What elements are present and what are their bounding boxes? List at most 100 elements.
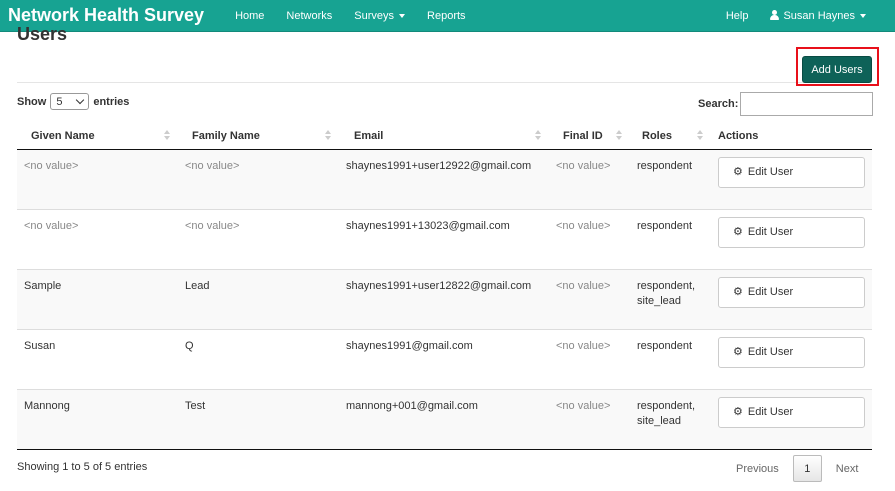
sort-icon — [616, 130, 622, 140]
role-line: site_lead — [637, 295, 682, 307]
role-line: site_lead — [637, 415, 682, 427]
column-header-label: Final ID — [563, 129, 603, 142]
email-cell: shaynes1991+user12822@gmail.com — [346, 280, 532, 292]
final-id-cell: <no value> — [556, 160, 611, 172]
edit-user-label: Edit User — [747, 286, 794, 298]
entries-select-value: 5 — [56, 95, 63, 108]
table-info: Showing 1 to 5 of 5 entries — [17, 461, 148, 473]
edit-user-button[interactable]: ⚙ Edit User — [718, 337, 865, 368]
column-header-roles[interactable]: Roles — [630, 122, 711, 149]
brand-title[interactable]: Network Health Survey — [8, 5, 204, 26]
edit-user-button[interactable]: ⚙ Edit User — [718, 217, 865, 248]
final-id-cell: <no value> — [556, 340, 611, 352]
edit-user-button[interactable]: ⚙ Edit User — [718, 397, 865, 428]
email-cell: mannong+001@gmail.com — [346, 400, 478, 412]
roles-cell: respondent — [630, 330, 711, 389]
previous-page-button[interactable]: Previous — [736, 463, 779, 475]
user-name: Susan Haynes — [783, 9, 855, 22]
column-header-label: Given Name — [31, 129, 95, 142]
edit-user-label: Edit User — [747, 346, 794, 358]
email-cell: shaynes1991+user12922@gmail.com — [346, 160, 532, 172]
nav-home-link[interactable]: Home — [235, 10, 264, 22]
roles-cell: respondent, site_lead — [630, 390, 711, 449]
page-1-button[interactable]: 1 — [792, 455, 822, 482]
entries-select[interactable]: 5 — [50, 93, 90, 110]
email-cell: shaynes1991@gmail.com — [346, 340, 473, 352]
edit-user-label: Edit User — [747, 226, 794, 238]
gear-icon: ⚙ — [733, 286, 743, 298]
roles-cell: respondent — [630, 150, 711, 209]
nav-reports-link[interactable]: Reports — [427, 10, 466, 22]
add-users-button[interactable]: Add Users — [802, 56, 872, 83]
search-control: Search: — [698, 92, 874, 116]
table-header: Given Name Family Name Email Final ID Ro… — [17, 122, 872, 150]
family-name-cell: Test — [185, 400, 206, 412]
top-navbar: Network Health Survey Home Networks Surv… — [0, 0, 895, 32]
edit-user-label: Edit User — [747, 166, 794, 178]
column-header-family-name[interactable]: Family Name — [178, 122, 339, 149]
nav-surveys-label: Surveys — [354, 9, 395, 22]
actions-cell: ⚙ Edit User — [711, 330, 872, 389]
family-name-cell: Lead — [185, 280, 210, 292]
entries-label: entries — [93, 95, 130, 108]
family-name-cell: <no value> — [185, 160, 240, 172]
family-name-cell: Q — [185, 340, 194, 352]
table-row: <no value> <no value> shaynes1991+user12… — [17, 150, 872, 210]
actions-cell: ⚙ Edit User — [711, 270, 872, 329]
caret-down-icon — [399, 13, 406, 18]
column-header-final-id[interactable]: Final ID — [549, 122, 630, 149]
edit-user-button[interactable]: ⚙ Edit User — [718, 277, 865, 308]
role-line: respondent — [637, 160, 693, 172]
column-header-label: Email — [354, 129, 384, 142]
show-label: Show — [17, 95, 47, 108]
sort-icon — [697, 130, 703, 140]
gear-icon: ⚙ — [733, 166, 743, 178]
given-name-cell: <no value> — [24, 220, 79, 232]
actions-cell: ⚙ Edit User — [711, 150, 872, 209]
actions-cell: ⚙ Edit User — [711, 390, 872, 449]
column-header-actions: Actions — [711, 122, 872, 149]
sort-icon — [164, 130, 170, 140]
gear-icon: ⚙ — [733, 406, 743, 418]
final-id-cell: <no value> — [556, 400, 611, 412]
given-name-cell: Mannong — [24, 400, 70, 412]
nav-surveys-dropdown[interactable]: Surveys — [354, 9, 406, 22]
chevron-down-icon — [76, 95, 85, 105]
user-icon — [770, 9, 780, 20]
users-table: Given Name Family Name Email Final ID Ro… — [17, 122, 872, 450]
nav-links: Home Networks Surveys Reports — [224, 10, 476, 22]
roles-cell: respondent, site_lead — [630, 270, 711, 329]
role-line: respondent, — [637, 280, 696, 292]
header-divider — [17, 82, 872, 83]
family-name-cell: <no value> — [185, 220, 240, 232]
table-row: <no value> <no value> shaynes1991+13023@… — [17, 210, 872, 270]
caret-down-icon — [860, 13, 866, 18]
show-entries-control: Show 5 entries — [17, 93, 129, 110]
nav-help-link[interactable]: Help — [726, 10, 749, 22]
page-title: Users — [17, 24, 68, 44]
column-header-email[interactable]: Email — [339, 122, 549, 149]
nav-right: Help Susan Haynes — [715, 9, 877, 22]
given-name-cell: <no value> — [24, 160, 79, 172]
edit-user-label: Edit User — [747, 406, 794, 418]
final-id-cell: <no value> — [556, 220, 611, 232]
search-label: Search: — [698, 98, 739, 110]
gear-icon: ⚙ — [733, 226, 743, 238]
user-menu-dropdown[interactable]: Susan Haynes — [770, 9, 866, 22]
column-header-given-name[interactable]: Given Name — [17, 122, 178, 149]
actions-cell: ⚙ Edit User — [711, 210, 872, 269]
edit-user-button[interactable]: ⚙ Edit User — [718, 157, 865, 188]
gear-icon: ⚙ — [733, 346, 743, 358]
table-row: Sample Lead shaynes1991+user12822@gmail.… — [17, 270, 872, 330]
sort-icon — [535, 130, 541, 140]
role-line: respondent — [637, 340, 693, 352]
next-page-button[interactable]: Next — [836, 463, 859, 475]
role-line: respondent, — [637, 400, 696, 412]
pagination: Previous 1 Next — [736, 455, 858, 482]
search-input[interactable] — [740, 92, 874, 116]
nav-networks-link[interactable]: Networks — [286, 10, 332, 22]
table-row: Mannong Test mannong+001@gmail.com <no v… — [17, 390, 872, 450]
given-name-cell: Susan — [24, 340, 56, 352]
final-id-cell: <no value> — [556, 280, 611, 292]
given-name-cell: Sample — [24, 280, 62, 292]
